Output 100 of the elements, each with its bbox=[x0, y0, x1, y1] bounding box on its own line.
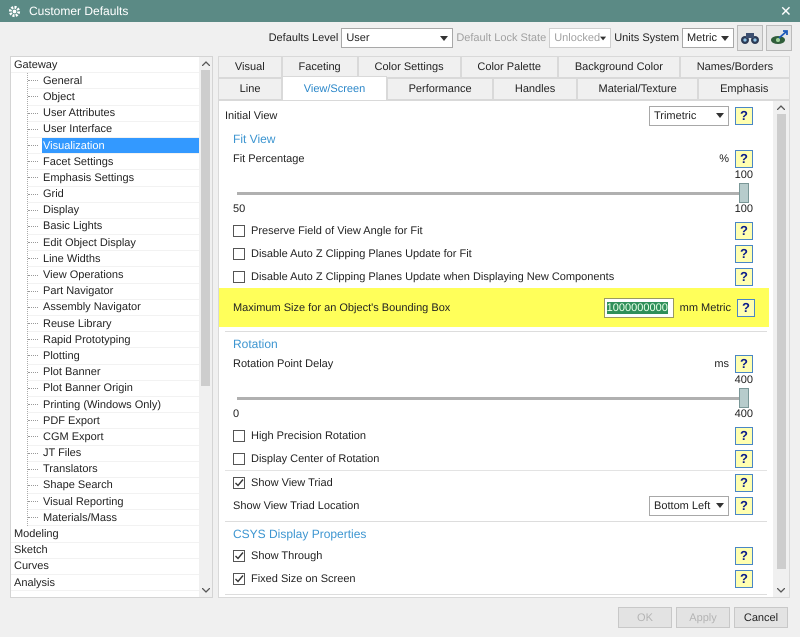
tree-item[interactable]: Display bbox=[42, 202, 199, 218]
checkbox-label: Show Through bbox=[251, 550, 324, 562]
tab[interactable]: Color Settings bbox=[358, 56, 460, 78]
tree-item[interactable]: Plot Banner bbox=[42, 364, 199, 380]
dropdown[interactable]: Trimetric bbox=[649, 106, 729, 126]
tree-item[interactable]: Reuse Library bbox=[42, 316, 199, 332]
tree-item[interactable]: User Attributes bbox=[42, 106, 199, 121]
input-field[interactable]: 1000000000 bbox=[604, 298, 674, 318]
checkbox[interactable] bbox=[233, 550, 245, 562]
help-button[interactable]: ? bbox=[737, 298, 755, 316]
scroll-up-icon[interactable] bbox=[202, 61, 210, 66]
checkbox[interactable] bbox=[233, 270, 245, 282]
tree-item[interactable]: Part Navigator bbox=[42, 284, 199, 299]
help-button[interactable]: ? bbox=[735, 570, 753, 588]
tree-item[interactable]: CGM Export bbox=[42, 429, 199, 444]
help-button[interactable]: ? bbox=[735, 426, 753, 444]
help-button[interactable]: ? bbox=[735, 546, 753, 564]
tree-item[interactable]: Plotting bbox=[42, 348, 199, 364]
dropdown-label: Initial View bbox=[225, 110, 278, 122]
tree-item[interactable]: Analysis bbox=[13, 575, 199, 590]
help-button[interactable]: ? bbox=[735, 244, 753, 262]
help-button[interactable]: ? bbox=[735, 150, 753, 168]
tree-item[interactable]: Materials/Mass bbox=[42, 510, 199, 526]
tree-item[interactable]: PDF Export bbox=[42, 413, 199, 428]
tree-item[interactable]: Plot Banner Origin bbox=[42, 380, 199, 396]
section-title: CSYS Display Properties bbox=[232, 526, 368, 543]
tree-item[interactable]: Object bbox=[42, 89, 199, 105]
tree-item[interactable]: Modeling bbox=[13, 526, 199, 542]
dropdown[interactable]: User bbox=[341, 28, 454, 48]
field-label: Units System bbox=[614, 32, 679, 44]
slider-thumb[interactable] bbox=[739, 183, 749, 203]
tree-item[interactable]: Visual Reporting bbox=[42, 494, 199, 510]
tab[interactable]: Faceting bbox=[282, 56, 358, 78]
scroll-down-icon[interactable] bbox=[202, 588, 210, 593]
tab[interactable]: Names/Borders bbox=[680, 56, 790, 78]
tab[interactable]: Performance bbox=[386, 78, 494, 100]
tab[interactable]: View/Screen bbox=[282, 76, 387, 100]
scrollbar[interactable] bbox=[773, 101, 789, 597]
tab[interactable]: Visual bbox=[218, 56, 282, 78]
tree-item[interactable]: Emphasis Settings bbox=[42, 170, 199, 186]
checkbox[interactable] bbox=[233, 476, 245, 488]
checkbox[interactable] bbox=[233, 248, 245, 260]
checkbox[interactable] bbox=[233, 224, 245, 236]
slider-label: Rotation Point Delay bbox=[233, 358, 334, 370]
help-button[interactable]: ? bbox=[735, 106, 753, 124]
tree-item[interactable]: Assembly Navigator bbox=[42, 300, 199, 315]
checkbox[interactable] bbox=[233, 572, 245, 584]
tree-item[interactable]: User Interface bbox=[42, 122, 199, 137]
tree-item[interactable]: General bbox=[42, 73, 199, 88]
slider-min: 50 bbox=[233, 203, 246, 217]
tree-item[interactable]: Grid bbox=[42, 186, 199, 202]
dialog-button[interactable]: Cancel bbox=[734, 607, 788, 628]
unit-label: ms bbox=[714, 358, 729, 370]
checkbox-label: Display Center of Rotation bbox=[251, 452, 380, 464]
tree-item[interactable]: Basic Lights bbox=[42, 218, 199, 234]
tree-item[interactable]: Gateway bbox=[13, 57, 199, 72]
checkbox[interactable] bbox=[233, 452, 245, 464]
tree-item[interactable]: Edit Object Display bbox=[42, 235, 199, 250]
slider-track[interactable] bbox=[237, 388, 749, 408]
dropdown-label: Show View Triad Location bbox=[233, 500, 360, 512]
tree-item[interactable]: Translators bbox=[42, 462, 199, 477]
close-button[interactable]: ✕ bbox=[780, 3, 792, 19]
binoculars-button[interactable] bbox=[737, 25, 763, 51]
tab[interactable]: Handles bbox=[493, 78, 577, 100]
scroll-down-icon[interactable] bbox=[777, 588, 785, 593]
tab[interactable]: Emphasis bbox=[698, 78, 790, 100]
tab[interactable]: Line bbox=[218, 78, 282, 100]
help-button[interactable]: ? bbox=[735, 450, 753, 468]
slider-value: 400 bbox=[734, 374, 753, 388]
tab[interactable]: Background Color bbox=[558, 56, 680, 78]
caret-icon bbox=[716, 113, 724, 118]
tree-item[interactable]: Shape Search bbox=[42, 478, 199, 494]
tab[interactable]: Material/Texture bbox=[576, 78, 698, 100]
help-button[interactable]: ? bbox=[735, 222, 753, 240]
tree-item[interactable]: JT Files bbox=[42, 446, 199, 461]
dropdown[interactable]: Metric bbox=[682, 28, 734, 48]
slider-track[interactable] bbox=[237, 183, 749, 203]
caret-icon bbox=[721, 36, 729, 40]
scroll-up-icon[interactable] bbox=[777, 105, 785, 110]
slider-max: 100 bbox=[734, 203, 753, 217]
window-title: Customer Defaults bbox=[29, 4, 130, 18]
help-button[interactable]: ? bbox=[735, 496, 753, 514]
tree-item[interactable]: Line Widths bbox=[42, 251, 199, 266]
tree-item[interactable]: Sketch bbox=[13, 542, 199, 558]
tree-item[interactable]: Printing (Windows Only) bbox=[42, 396, 199, 412]
help-button[interactable]: ? bbox=[735, 355, 753, 373]
tree-item[interactable]: View Operations bbox=[42, 267, 199, 283]
dropdown[interactable]: Bottom Left bbox=[649, 496, 729, 516]
tree-item[interactable]: Curves bbox=[13, 558, 199, 574]
slider-label: Fit Percentage bbox=[233, 153, 306, 165]
tree-item[interactable]: Rapid Prototyping bbox=[42, 332, 199, 348]
eye-arrow-button[interactable] bbox=[766, 25, 792, 51]
help-button[interactable]: ? bbox=[735, 474, 753, 492]
scrollbar[interactable] bbox=[199, 57, 212, 597]
tab[interactable]: Color Palette bbox=[460, 56, 558, 78]
caret-icon bbox=[440, 36, 448, 40]
tree-item[interactable]: Facet Settings bbox=[42, 154, 199, 170]
help-button[interactable]: ? bbox=[735, 268, 753, 286]
slider-thumb[interactable] bbox=[739, 388, 749, 408]
checkbox[interactable] bbox=[233, 430, 245, 442]
